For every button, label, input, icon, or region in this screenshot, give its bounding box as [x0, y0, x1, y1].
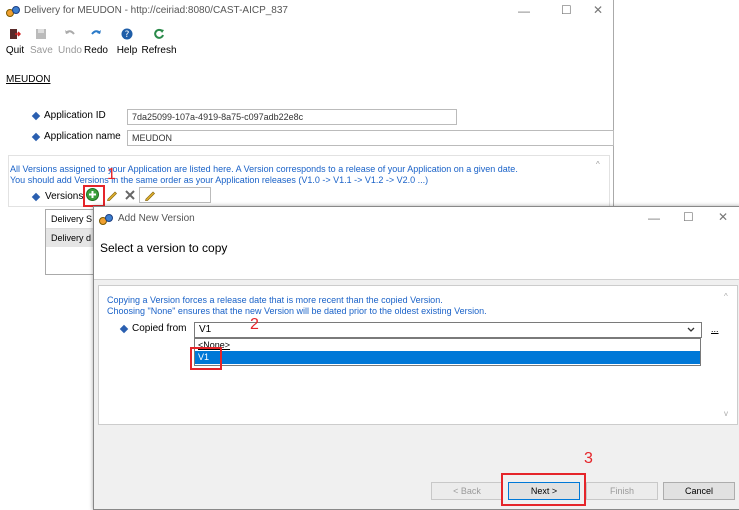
- annotation-number-1: 1: [107, 166, 116, 183]
- svg-text:?: ?: [125, 30, 130, 40]
- delete-x-icon: [125, 190, 135, 200]
- dialog-info-line1: Copying a Version forces a release date …: [107, 295, 443, 305]
- tag-edit-icon: [145, 191, 155, 201]
- application-id-field[interactable]: 7da25099-107a-4919-8a75-c097adb22e8c: [127, 109, 457, 125]
- versions-label: Versions: [45, 191, 84, 202]
- dialog-logo-icon: [99, 212, 113, 225]
- undo-button[interactable]: Undo: [58, 28, 82, 56]
- copied-from-label: Copied from: [132, 323, 187, 334]
- copied-from-dropdown-list: <None> V1: [194, 338, 701, 366]
- quit-button[interactable]: Quit: [4, 28, 26, 56]
- dropdown-option-v1[interactable]: V1: [195, 351, 700, 364]
- dialog-scroll-down-icon[interactable]: v: [724, 409, 728, 418]
- browse-button[interactable]: ...: [711, 324, 719, 334]
- dialog-header: Select a version to copy: [94, 229, 739, 279]
- minimize-button[interactable]: —: [518, 4, 530, 18]
- dialog-body: Copying a Version forces a release date …: [98, 285, 738, 425]
- undo-label: Undo: [58, 45, 82, 56]
- save-button[interactable]: Save: [30, 28, 53, 56]
- quit-label: Quit: [5, 45, 25, 56]
- dialog-title: Add New Version: [118, 213, 195, 224]
- undo-icon: [65, 30, 75, 35]
- dialog-info-line2: Choosing "None" ensures that the new Ver…: [107, 306, 487, 316]
- help-icon: ?: [121, 28, 133, 40]
- redo-label: Redo: [84, 45, 108, 56]
- copied-from-select[interactable]: V1: [194, 322, 702, 338]
- maximize-button[interactable]: ☐: [561, 3, 572, 17]
- breadcrumb-link[interactable]: MEUDON: [6, 74, 50, 85]
- application-name-label: Application name: [44, 131, 121, 142]
- annotation-box-2: [190, 347, 222, 370]
- application-id-label: Application ID: [44, 110, 106, 121]
- edit-version-button[interactable]: [106, 189, 118, 204]
- chevron-down-icon[interactable]: [687, 327, 695, 333]
- annotation-number-2: 2: [250, 316, 259, 333]
- header-divider: [94, 279, 739, 280]
- dialog-minimize-button[interactable]: —: [648, 211, 660, 225]
- help-label: Help: [116, 45, 138, 56]
- dialog-close-button[interactable]: ✕: [718, 210, 728, 224]
- dialog-heading: Select a version to copy: [100, 241, 228, 255]
- window-title: Delivery for MEUDON - http://ceiriad:808…: [24, 5, 288, 16]
- dropdown-option-none[interactable]: <None>: [195, 339, 700, 351]
- redo-icon: [91, 30, 101, 35]
- quit-icon: [10, 29, 22, 39]
- scroll-up-arrow-icon[interactable]: ^: [596, 160, 600, 169]
- refresh-button[interactable]: Refresh: [141, 28, 177, 56]
- application-name-field[interactable]: MEUDON: [127, 130, 614, 146]
- save-icon: [36, 29, 46, 39]
- copied-from-value: V1: [199, 324, 212, 335]
- dialog-titlebar: Add New Version — ☐ ✕: [94, 207, 739, 229]
- required-diamond-icon: [31, 111, 41, 121]
- annotation-number-3: 3: [584, 450, 593, 467]
- refresh-icon: [154, 28, 164, 39]
- pencil-icon: [107, 191, 117, 201]
- required-diamond-icon: [31, 132, 41, 142]
- cancel-button[interactable]: Cancel: [663, 482, 735, 500]
- save-label: Save: [30, 45, 53, 56]
- back-button[interactable]: < Back: [431, 482, 503, 500]
- required-diamond-icon: [119, 324, 129, 334]
- dialog-scroll-up-icon[interactable]: ^: [724, 292, 728, 301]
- add-new-version-dialog: Add New Version — ☐ ✕ Select a version t…: [93, 206, 739, 510]
- finish-button[interactable]: Finish: [586, 482, 658, 500]
- versions-info-line1: All Versions assigned to your Applicatio…: [10, 164, 518, 174]
- help-button[interactable]: ? Help: [115, 28, 139, 56]
- dialog-maximize-button[interactable]: ☐: [683, 210, 694, 224]
- redo-button[interactable]: Redo: [84, 28, 108, 56]
- annotation-box-3: [501, 473, 586, 506]
- refresh-label: Refresh: [141, 45, 177, 56]
- add-version-button[interactable]: [86, 188, 99, 201]
- version-tool-field[interactable]: [139, 187, 211, 203]
- main-titlebar: Delivery for MEUDON - http://ceiriad:808…: [0, 0, 613, 22]
- app-logo-icon: [6, 4, 20, 17]
- delete-version-button[interactable]: [124, 189, 136, 204]
- plus-icon: [86, 188, 99, 201]
- close-button[interactable]: ✕: [593, 3, 603, 17]
